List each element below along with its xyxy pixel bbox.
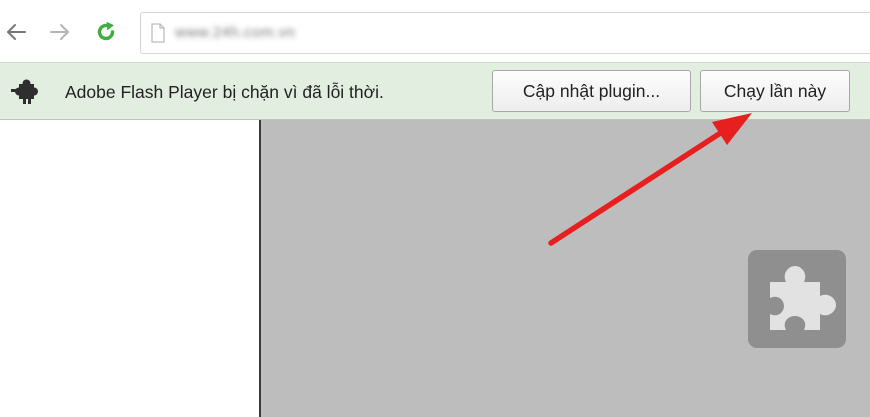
forward-button[interactable] [46,14,74,50]
back-button[interactable] [2,14,30,50]
puzzle-piece-icon [770,266,836,330]
url-text: www.24h.com.vn [175,24,296,41]
reload-icon [97,21,115,41]
arrow-left-icon [7,24,26,40]
address-bar[interactable]: www.24h.com.vn [140,12,870,54]
flash-blocked-infobar: Adobe Flash Player bị chặn vì đã lỗi thờ… [0,62,870,120]
page-content-left [0,120,259,417]
browser-toolbar: www.24h.com.vn [0,0,870,62]
arrow-right-icon [50,24,69,40]
infobar-message: Adobe Flash Player bị chặn vì đã lỗi thờ… [65,82,384,102]
puzzle-piece-icon [11,79,38,104]
update-plugin-button[interactable]: Cập nhật plugin... [492,70,691,112]
run-this-time-button[interactable]: Chạy lần này [700,70,850,112]
page-icon [151,23,165,43]
plugin-placeholder-tile[interactable] [748,250,846,348]
reload-button[interactable] [92,14,120,50]
